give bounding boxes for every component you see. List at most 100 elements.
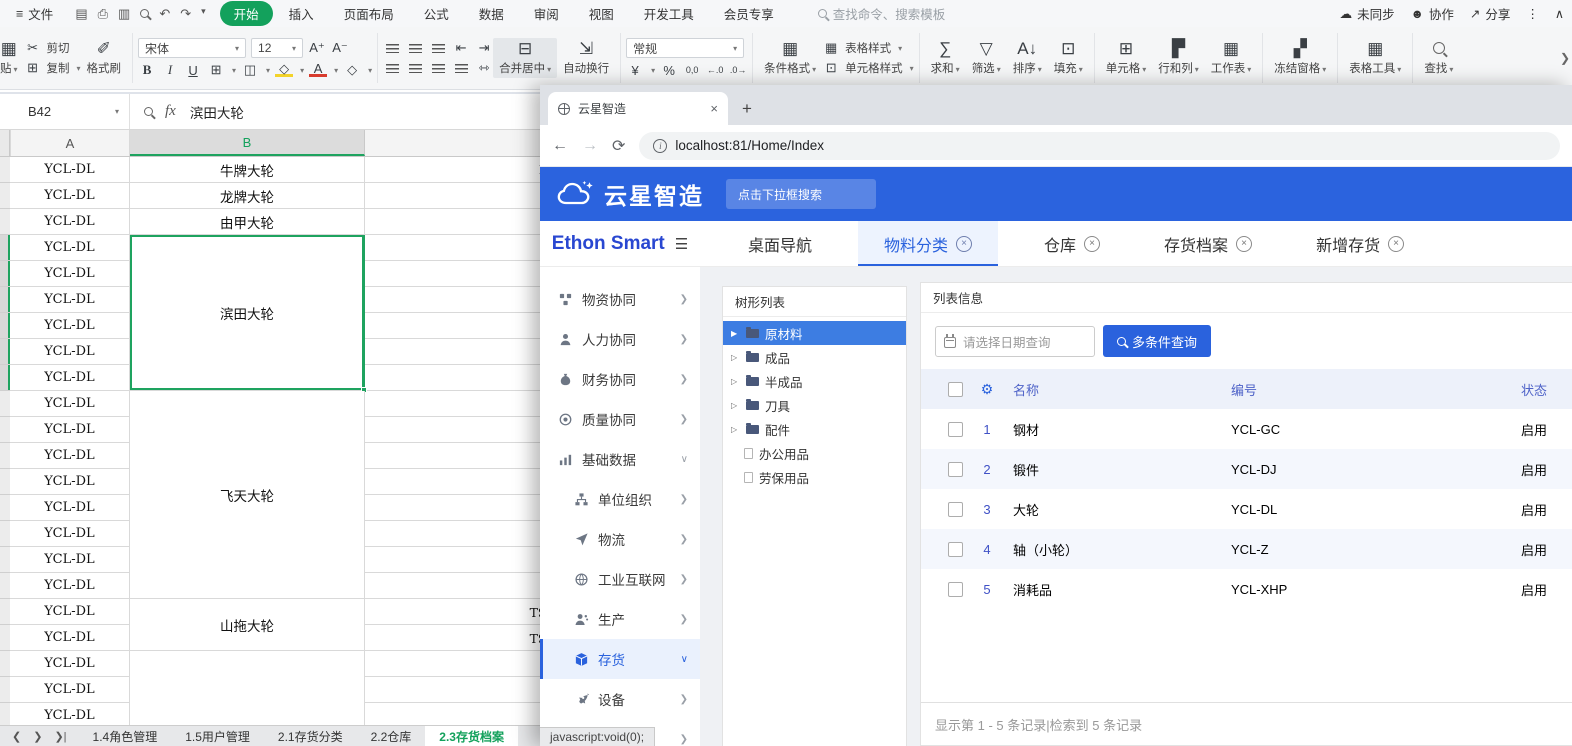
sheet-tab-2.2仓库[interactable]: 2.2仓库: [357, 726, 426, 746]
save-icon[interactable]: ▤: [75, 6, 87, 22]
cut-button[interactable]: ✂剪切: [24, 40, 81, 56]
increase-decimal-icon[interactable]: ←.0: [706, 62, 724, 78]
menu-tab-公式[interactable]: 公式: [410, 1, 463, 26]
align-center-icon[interactable]: [406, 60, 424, 76]
grid-cell-c[interactable]: BT: [365, 365, 561, 391]
grid-cell-b[interactable]: [130, 651, 365, 729]
menu-tab-开发工具[interactable]: 开发工具: [630, 1, 708, 26]
undo-icon[interactable]: ↶: [159, 6, 170, 22]
italic-button[interactable]: I: [161, 62, 179, 78]
grid-cell-c[interactable]: TS山: [365, 625, 561, 651]
grid-cell-c[interactable]: F: [365, 417, 561, 443]
grid-cell-b[interactable]: 龙牌大轮: [130, 183, 365, 209]
font-family-select[interactable]: 宋体▾: [138, 38, 246, 58]
table-tools-button[interactable]: ▦表格工具▾: [1343, 38, 1407, 78]
wrap-text-button[interactable]: ⇲自动换行: [557, 38, 615, 78]
fill-button[interactable]: ⊡填充▾: [1048, 38, 1089, 78]
grid-cell-c[interactable]: B: [365, 287, 561, 313]
grid-cell-c[interactable]: FT: [365, 469, 561, 495]
column-header-code[interactable]: 编号: [1231, 380, 1521, 399]
tree-item-成品[interactable]: ▷成品: [723, 345, 906, 369]
tab-close-icon[interactable]: ×: [1236, 236, 1252, 252]
sheet-tab-2.1存货分类[interactable]: 2.1存货分类: [264, 726, 357, 746]
new-tab-icon[interactable]: +: [742, 99, 752, 119]
row-checkbox[interactable]: [948, 422, 963, 437]
column-header-b[interactable]: B: [130, 130, 365, 156]
grid-cell-c[interactable]: F: [365, 521, 561, 547]
menu-tab-审阅[interactable]: 审阅: [520, 1, 573, 26]
align-middle-icon[interactable]: [406, 40, 424, 56]
row-header[interactable]: [0, 417, 10, 443]
grid-cell-c[interactable]: FT: [365, 573, 561, 599]
table-row[interactable]: 1钢材YCL-GC启用: [921, 409, 1572, 449]
gear-icon[interactable]: ⚙: [981, 381, 994, 398]
zoom-formula-icon[interactable]: [144, 107, 153, 116]
row-checkbox[interactable]: [948, 462, 963, 477]
column-header-name[interactable]: 名称: [1011, 380, 1231, 399]
grid-cell-c[interactable]: BT: [365, 339, 561, 365]
sheet-tab-1.5用户管理[interactable]: 1.5用户管理: [171, 726, 264, 746]
justify-icon[interactable]: [452, 60, 470, 76]
cell-name-box[interactable]: B42▾: [0, 94, 130, 129]
copy-button[interactable]: ⊞复制▾: [24, 60, 81, 76]
expander-icon[interactable]: ▷: [731, 401, 740, 410]
sync-status[interactable]: ☁未同步: [1340, 4, 1395, 23]
grid-cell-a[interactable]: YCL-DL: [10, 521, 130, 547]
menu-tab-数据[interactable]: 数据: [465, 1, 518, 26]
date-query-input[interactable]: 请选择日期查询: [935, 326, 1095, 357]
grid-cell-c[interactable]: 常: [365, 677, 561, 703]
sheet-prev-icon[interactable]: ❮: [12, 730, 21, 743]
row-header[interactable]: [0, 157, 10, 183]
cell-style-button[interactable]: ⊡单元格样式▾: [822, 60, 914, 76]
borders-button[interactable]: ⊞: [207, 62, 225, 78]
grid-cell-c[interactable]: FT: [365, 443, 561, 469]
row-header[interactable]: [0, 209, 10, 235]
grid-cell-a[interactable]: YCL-DL: [10, 599, 130, 625]
grid-cell-a[interactable]: YCL-DL: [10, 417, 130, 443]
expander-icon[interactable]: ▷: [731, 353, 740, 362]
align-top-icon[interactable]: [383, 40, 401, 56]
draw-border-icon[interactable]: ◫: [241, 62, 259, 78]
increase-font-icon[interactable]: A⁺: [308, 40, 326, 56]
sidebar-item-物流[interactable]: 物流❯: [540, 519, 700, 559]
row-header[interactable]: [0, 287, 10, 313]
fill-color-button[interactable]: ◇: [275, 63, 293, 77]
eraser-icon[interactable]: ◇: [343, 62, 361, 78]
row-header[interactable]: [0, 443, 10, 469]
nav-tab-物料分类[interactable]: 物料分类×: [858, 221, 998, 266]
sidebar-item-财务协同[interactable]: 财务协同❯: [540, 359, 700, 399]
row-checkbox[interactable]: [948, 582, 963, 597]
menu-tab-会员专享[interactable]: 会员专享: [710, 1, 788, 26]
row-header[interactable]: [0, 547, 10, 573]
grid-cell-b[interactable]: 山拖大轮: [130, 599, 365, 651]
reload-icon[interactable]: ⟳: [612, 136, 625, 156]
grid-cell-a[interactable]: YCL-DL: [10, 391, 130, 417]
tree-item-劳保用品[interactable]: 劳保用品: [723, 465, 906, 489]
formula-input[interactable]: 滨田大轮: [190, 102, 244, 122]
tree-item-刀具[interactable]: ▷刀具: [723, 393, 906, 417]
print-icon[interactable]: ▥: [118, 6, 130, 22]
grid-cell-a[interactable]: YCL-DL: [10, 209, 130, 235]
paste-button[interactable]: ▦贴▾: [0, 38, 24, 78]
tab-close-icon[interactable]: ×: [710, 101, 718, 116]
nav-tab-仓库[interactable]: 仓库×: [1026, 221, 1118, 266]
font-color-button[interactable]: A: [309, 63, 327, 77]
grid-cell-a[interactable]: YCL-DL: [10, 625, 130, 651]
row-header[interactable]: [0, 573, 10, 599]
quickbar-dropdown-icon[interactable]: ▾: [201, 6, 206, 22]
decrease-indent-icon[interactable]: ⇤: [452, 40, 470, 56]
nav-tab-新增存货[interactable]: 新增存货×: [1298, 221, 1422, 266]
grid-cell-b[interactable]: 牛牌大轮: [130, 157, 365, 183]
grid-cell-a[interactable]: YCL-DL: [10, 495, 130, 521]
tree-item-半成品[interactable]: ▷半成品: [723, 369, 906, 393]
multi-condition-query-button[interactable]: 多条件查询: [1103, 325, 1211, 357]
grid-cell-a[interactable]: YCL-DL: [10, 547, 130, 573]
grid-cell-c[interactable]: F: [365, 391, 561, 417]
grid-cell-b[interactable]: 由甲大轮: [130, 209, 365, 235]
share-button[interactable]: ↗分享: [1470, 4, 1511, 23]
conditional-format-button[interactable]: ▦条件格式▾: [758, 38, 822, 78]
grid-cell-c[interactable]: 大: [365, 183, 561, 209]
grid-cell-b-selected[interactable]: 滨田大轮: [130, 235, 365, 391]
row-header[interactable]: [0, 261, 10, 287]
grid-cell-a[interactable]: YCL-DL: [10, 339, 130, 365]
